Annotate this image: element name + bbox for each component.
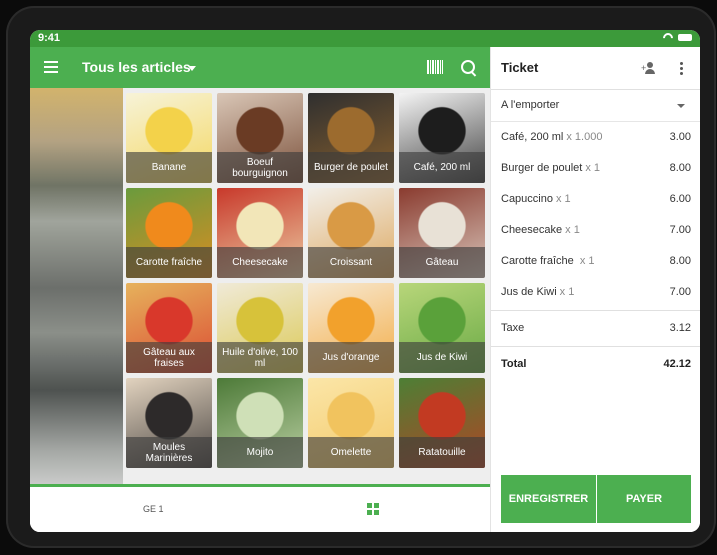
item-label: Burger de poulet [308, 152, 394, 183]
barcode-scan-icon[interactable] [427, 60, 443, 74]
item-tile[interactable]: Huile d'olive, 100 ml [217, 283, 303, 373]
chevron-down-icon[interactable] [188, 66, 196, 71]
item-tile[interactable]: Banane [126, 93, 212, 183]
item-tile[interactable]: Gâteau [399, 188, 485, 278]
blurred-category-strip [30, 88, 123, 532]
ticket-header: Ticket + [491, 47, 700, 90]
save-button[interactable]: ENREGISTRER [501, 475, 596, 523]
add-customer-icon[interactable]: + [641, 62, 657, 74]
item-label: Huile d'olive, 100 ml [217, 342, 303, 373]
item-label: Banane [126, 152, 212, 183]
line-qty: x 1 [555, 193, 571, 205]
line-qty: x 1 [579, 255, 595, 267]
ticket-line[interactable]: Cheesecake x 1 7.00 [491, 214, 700, 245]
item-tile[interactable]: Boeuf bourguignon [217, 93, 303, 183]
category-title[interactable]: Tous les articles [82, 59, 191, 75]
ticket-line[interactable]: Café, 200 ml x 1.000 3.00 [491, 121, 700, 152]
wifi-icon [663, 33, 673, 41]
item-tile[interactable]: Burger de poulet [308, 93, 394, 183]
ticket-line[interactable]: Burger de poulet x 1 8.00 [491, 152, 700, 183]
item-tile[interactable]: Omelette [308, 378, 394, 468]
item-tile[interactable]: Carotte fraîche [126, 188, 212, 278]
item-label: Cheesecake [217, 247, 303, 278]
ticket-line[interactable]: Jus de Kiwi x 1 7.00 [491, 276, 700, 307]
item-label: Moules Marinières [126, 437, 212, 468]
item-label: Gâteau [399, 247, 485, 278]
item-label: Omelette [308, 437, 394, 468]
ticket-panel: Ticket + A l'emporter Café, 200 ml x 1.00… [490, 47, 700, 532]
line-name: Capuccino [501, 193, 553, 205]
status-icons [663, 33, 692, 41]
grid-view-icon[interactable] [367, 503, 379, 515]
dining-option-value: A l'emporter [501, 99, 560, 111]
line-price: 7.00 [669, 286, 691, 298]
search-icon[interactable] [461, 60, 475, 74]
page-tab-label[interactable]: GE 1 [143, 504, 164, 514]
item-tile[interactable]: Ratatouille [399, 378, 485, 468]
dining-option-select[interactable]: A l'emporter [491, 89, 700, 122]
tax-value: 3.12 [669, 322, 691, 334]
total-value: 42.12 [663, 358, 691, 370]
line-qty: x 1 [585, 162, 601, 174]
item-label: Café, 200 ml [399, 152, 485, 183]
item-label: Gâteau aux fraises [126, 342, 212, 373]
line-name: Carotte fraîche [501, 255, 577, 267]
item-tile[interactable]: Croissant [308, 188, 394, 278]
line-name: Jus de Kiwi [501, 286, 557, 298]
tax-row: Taxe 3.12 [491, 310, 700, 345]
ticket-line[interactable]: Carotte fraîche x 1 8.00 [491, 245, 700, 276]
pay-button[interactable]: PAYER [597, 475, 691, 523]
item-tile[interactable]: Moules Marinières [126, 378, 212, 468]
line-name: Cheesecake [501, 224, 563, 236]
total-row: Total 42.12 [491, 346, 700, 381]
line-price: 6.00 [669, 193, 691, 205]
chevron-down-icon [677, 104, 685, 108]
ticket-lines: Café, 200 ml x 1.000 3.00 Burger de poule… [491, 121, 700, 307]
ticket-line[interactable]: Capuccino x 1 6.00 [491, 183, 700, 214]
item-tile[interactable]: Gâteau aux fraises [126, 283, 212, 373]
line-name: Café, 200 ml [501, 131, 564, 143]
item-label: Croissant [308, 247, 394, 278]
item-label: Mojito [217, 437, 303, 468]
item-tile[interactable]: Jus de Kiwi [399, 283, 485, 373]
item-label: Jus d'orange [308, 342, 394, 373]
item-tile[interactable]: Jus d'orange [308, 283, 394, 373]
more-vert-icon[interactable] [680, 62, 683, 75]
total-label: Total [501, 358, 527, 370]
line-name: Burger de poulet [501, 162, 583, 174]
line-price: 7.00 [669, 224, 691, 236]
item-tile[interactable]: Mojito [217, 378, 303, 468]
grid-footer: GE 1 [30, 484, 490, 532]
item-tile[interactable]: Cheesecake [217, 188, 303, 278]
ticket-title: Ticket [501, 60, 539, 75]
status-bar: 9:41 [30, 30, 700, 47]
item-label: Boeuf bourguignon [217, 152, 303, 183]
tablet-frame: 9:41 Tous les articles Banane Boeuf bourg… [6, 6, 716, 548]
tax-label: Taxe [501, 322, 525, 334]
app-screen: 9:41 Tous les articles Banane Boeuf bourg… [30, 30, 700, 532]
status-time: 9:41 [38, 32, 61, 44]
line-price: 8.00 [669, 255, 691, 267]
line-qty: x 1 [565, 224, 580, 236]
battery-icon [678, 33, 692, 41]
item-label: Carotte fraîche [126, 247, 212, 278]
item-tile[interactable]: Café, 200 ml [399, 93, 485, 183]
menu-icon[interactable] [44, 61, 58, 73]
item-label: Ratatouille [399, 437, 485, 468]
line-qty: x 1 [559, 286, 575, 298]
items-toolbar: Tous les articles [30, 47, 490, 88]
line-price: 3.00 [669, 131, 691, 143]
line-price: 8.00 [669, 162, 691, 174]
item-label: Jus de Kiwi [399, 342, 485, 373]
line-qty: x 1.000 [566, 131, 603, 143]
